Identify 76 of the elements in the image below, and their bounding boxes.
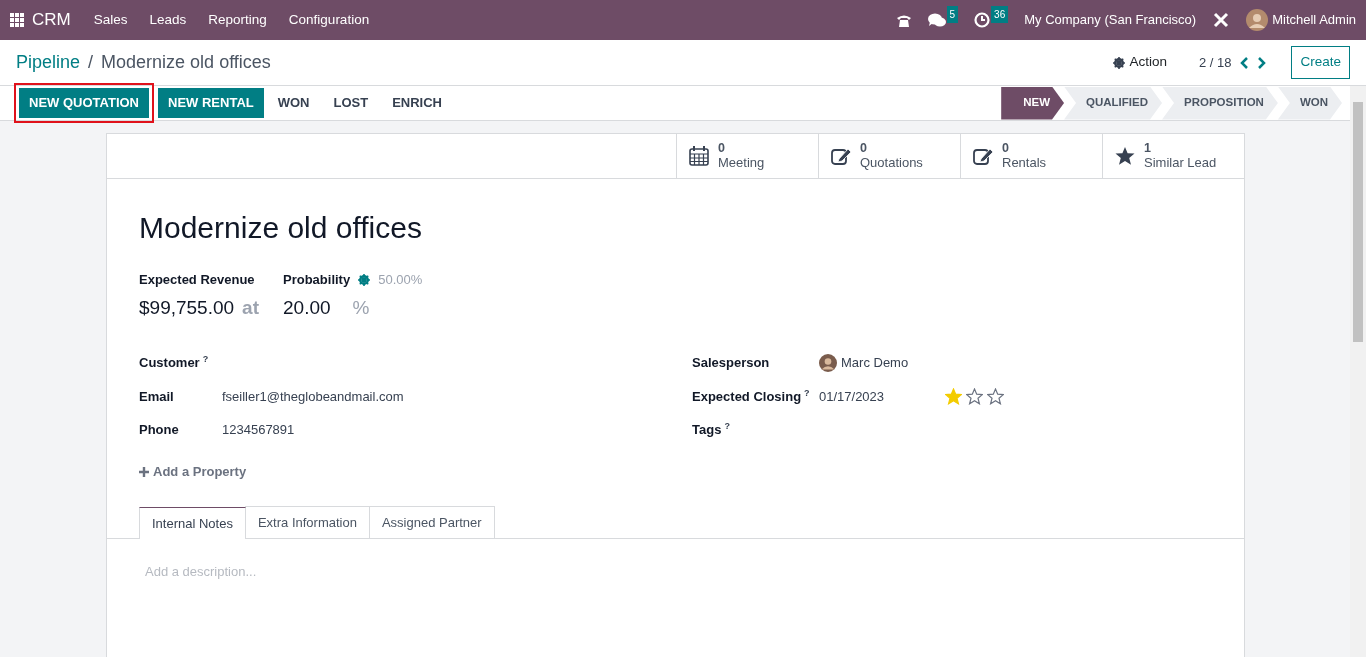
field-label: Expected Closing $^{?}$: [692, 386, 811, 406]
smart-button-count: 0: [1002, 141, 1010, 156]
action-link[interactable]: ENRICH: [382, 88, 452, 118]
star-icon: [1115, 146, 1136, 166]
breadcrumb-link[interactable]: Pipeline: [16, 49, 81, 76]
smart-button-label: Rentals: [1002, 155, 1047, 170]
action-link[interactable]: WON: [267, 88, 320, 118]
automated-probability: 50.00%: [378, 271, 423, 289]
empty-star-icon[interactable]: [966, 388, 983, 405]
tools-icon[interactable]: [1212, 11, 1231, 29]
create-button[interactable]: Create: [1291, 46, 1350, 79]
field-value[interactable]: 1234567891: [222, 419, 295, 440]
next-icon[interactable]: [1257, 56, 1268, 69]
field-value[interactable]: Marc Demo: [841, 353, 909, 373]
field-label: Email: [139, 387, 175, 406]
edit-icon: [973, 146, 994, 166]
plus-icon: [139, 466, 149, 477]
apps-menu-icon[interactable]: [10, 13, 24, 27]
clock-icon[interactable]: [974, 11, 991, 28]
priority-stars[interactable]: [945, 388, 1004, 405]
help-mark: ?: [804, 387, 810, 398]
field-label: Salesperson: [692, 354, 771, 373]
avatar-icon: [819, 354, 837, 372]
date-field[interactable]: 01/17/2023: [819, 386, 945, 407]
action-button[interactable]: Action: [1105, 48, 1175, 77]
stage-step[interactable]: QUALIFIED: [1064, 86, 1162, 120]
action-button[interactable]: NEW QUOTATION: [14, 83, 154, 123]
pager-value: 2 / 18: [1198, 53, 1232, 72]
menu-item[interactable]: Configuration: [277, 9, 381, 31]
menu-item[interactable]: Sales: [82, 9, 139, 31]
menu-item[interactable]: Reporting: [197, 9, 278, 31]
smart-button-label: Quotations: [860, 155, 923, 170]
stage-step[interactable]: NEW: [1001, 86, 1065, 120]
revenue-value[interactable]: $99,755.00: [139, 293, 235, 322]
field-text: at: [242, 295, 259, 320]
calendar-icon: [689, 146, 710, 166]
message-count-badge: 5: [946, 5, 959, 23]
probability-value[interactable]: 20.00: [283, 293, 331, 322]
menu-item[interactable]: Leads: [138, 9, 198, 31]
app-name[interactable]: CRM: [32, 7, 71, 33]
filled-star-icon[interactable]: [945, 388, 962, 405]
previous-icon[interactable]: [1239, 56, 1250, 69]
smart-button-count: 0: [860, 141, 868, 156]
field-label: Expected Revenue: [139, 271, 256, 289]
smart-button-count: 1: [1144, 141, 1152, 156]
gear-icon: [1113, 56, 1126, 69]
notebook-tab[interactable]: Assigned Partner: [368, 505, 495, 538]
record-title: Modernize old offices: [139, 210, 423, 246]
empty-star-icon[interactable]: [987, 388, 1004, 405]
field-label: Phone: [139, 420, 180, 439]
breadcrumb-separator: /: [88, 51, 94, 74]
chat-icon[interactable]: [927, 11, 946, 28]
scrollbar[interactable]: [1350, 86, 1366, 657]
stage-step[interactable]: PROPOSITION: [1162, 86, 1278, 120]
user-menu[interactable]: Mitchell Admin: [1272, 10, 1356, 30]
breadcrumb-current: Modernize old offices: [101, 51, 271, 74]
company-switcher[interactable]: My Company (San Francisco): [1024, 10, 1197, 30]
avatar-icon[interactable]: [1246, 9, 1269, 31]
gear-icon[interactable]: [358, 273, 371, 286]
add-property-link[interactable]: Add a Property: [139, 462, 247, 482]
field-text: %: [352, 295, 370, 320]
help-mark: ?: [724, 420, 730, 431]
smart-button-count: 0: [718, 141, 726, 156]
notebook-tab[interactable]: Internal Notes: [139, 506, 246, 539]
action-button[interactable]: NEW RENTAL: [158, 88, 264, 118]
field-label: Customer $^{?}$: [139, 353, 210, 373]
smart-button-label: Similar Lead: [1144, 155, 1217, 170]
activity-count-badge: 36: [991, 5, 1009, 23]
field-label: Tags $^{?}$: [692, 419, 730, 439]
smart-button-label: Meeting: [718, 155, 765, 170]
field-label: Probability: [283, 271, 351, 289]
stage-step[interactable]: WON: [1277, 86, 1342, 120]
help-mark: ?: [202, 354, 209, 365]
edit-icon: [831, 146, 852, 166]
field-value[interactable]: fseiller1@theglobeandmail.com: [222, 386, 404, 407]
action-link[interactable]: LOST: [323, 88, 379, 118]
